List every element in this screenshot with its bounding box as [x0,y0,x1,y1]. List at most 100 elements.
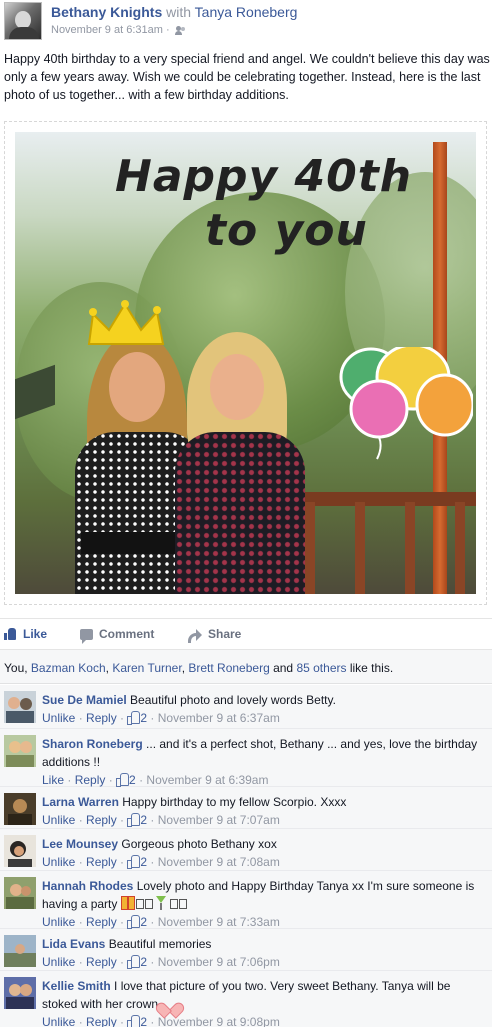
commenter-name-link[interactable]: Lida Evans [42,937,105,951]
photo-deck [285,492,476,594]
author-name-link[interactable]: Bethany Knights [51,4,162,20]
commenter-avatar[interactable] [4,793,36,825]
likes-summary: You, Bazman Koch, Karen Turner, Brett Ro… [0,650,492,684]
comment-text: Beautiful memories [108,937,212,951]
reply-link[interactable]: Reply [86,1015,117,1027]
comment-item: Sue De Mamiel Beautiful photo and lovely… [0,685,492,729]
unlike-comment-link[interactable]: Unlike [42,813,75,827]
likes-prefix: You, [4,661,31,675]
comment-timestamp[interactable]: November 9 at 7:08am [158,855,280,869]
like-comment-link[interactable]: Like [42,773,64,787]
comment-timestamp[interactable]: November 9 at 7:07am [158,813,280,827]
liker-link[interactable]: Bazman Koch [31,661,106,675]
liker-link[interactable]: Karen Turner [112,661,181,675]
woman-right-dress [175,432,305,594]
comment-timestamp[interactable]: November 9 at 7:33am [158,915,280,929]
author-avatar[interactable] [4,2,42,40]
comment-item: Kellie Smith I love that picture of you … [0,971,492,1027]
post-photo[interactable]: Happy 40th to you [15,132,476,594]
reply-link[interactable]: Reply [86,855,117,869]
comment-button[interactable]: Comment [80,627,155,644]
greeting-line-2: to you [205,205,368,256]
gift-emoji-icon [120,896,135,910]
missing-glyph-icon [144,899,153,909]
missing-glyph-icon [135,899,144,909]
comment-item: Lee Mounsey Gorgeous photo Bethany xox U… [0,829,492,871]
comment-like-count[interactable]: 2 [140,711,147,725]
comments-list: Sue De Mamiel Beautiful photo and lovely… [0,685,492,1027]
comment-like-count-icon [116,773,130,787]
thumbs-up-icon [4,628,17,640]
commenter-avatar[interactable] [4,877,36,909]
comment-like-count-icon [127,813,141,827]
reply-link[interactable]: Reply [86,711,117,725]
woman-right-face [210,354,264,420]
commenter-avatar[interactable] [4,835,36,867]
post-body-text: Happy 40th birthday to a very special fr… [4,52,490,102]
comment-like-count[interactable]: 2 [140,813,147,827]
missing-glyph-icon [170,899,179,909]
commenter-avatar[interactable] [4,977,36,1009]
comment-like-count[interactable]: 2 [129,773,136,787]
share-button-label: Share [208,627,242,641]
commenter-avatar[interactable] [4,691,36,723]
comment-like-count[interactable]: 2 [140,915,147,929]
comment-like-count-icon [127,1015,141,1027]
commenter-avatar[interactable] [4,935,36,967]
commenter-name-link[interactable]: Larna Warren [42,795,119,809]
tagged-person-link[interactable]: Tanya Roneberg [195,4,298,20]
author-line: Bethany Knights with Tanya Roneberg [51,4,297,20]
commenter-name-link[interactable]: Kellie Smith [42,979,111,993]
crown-sticker-icon [87,300,165,345]
commenter-name-link[interactable]: Sharon Roneberg [42,737,143,751]
balloons-sticker-icon [339,347,473,460]
likes-others-link[interactable]: 85 others [296,661,346,675]
comment-timestamp[interactable]: November 9 at 6:39am [146,773,268,787]
comment-like-count[interactable]: 2 [140,955,147,969]
comment-item: Hannah Rhodes Lovely photo and Happy Bir… [0,871,492,929]
comment-timestamp[interactable]: November 9 at 6:37am [158,711,280,725]
comment-text: Beautiful photo and lovely words Betty. [130,693,336,707]
comment-text: Gorgeous photo Bethany xox [121,837,277,851]
unlike-comment-link[interactable]: Unlike [42,855,75,869]
comment-like-count-icon [127,955,141,969]
friends-audience-icon[interactable] [174,25,186,35]
comment-timestamp[interactable]: November 9 at 7:06pm [158,955,280,969]
likes-suffix: like this. [346,661,394,675]
comment-like-count[interactable]: 2 [140,1015,147,1027]
post-timestamp[interactable]: November 9 at 6:31am [51,24,163,36]
commenter-name-link[interactable]: Hannah Rhodes [42,879,133,893]
unlike-comment-link[interactable]: Unlike [42,1015,75,1027]
comment-like-count[interactable]: 2 [140,855,147,869]
reply-link[interactable]: Reply [86,915,117,929]
like-button[interactable]: Like [4,627,47,641]
commenter-name-link[interactable]: Lee Mounsey [42,837,118,851]
greeting-line-1: Happy 40th [115,151,413,202]
reply-link[interactable]: Reply [86,955,117,969]
comment-bubble-icon [80,628,93,644]
post-header: Bethany Knights with Tanya Roneberg Nove… [0,0,492,42]
reply-link[interactable]: Reply [86,813,117,827]
unlike-comment-link[interactable]: Unlike [42,711,75,725]
with-text: with [166,4,192,20]
comment-text: Happy birthday to my fellow Scorpio. Xxx… [122,795,347,809]
post-photo-frame[interactable]: Happy 40th to you [4,121,487,605]
post-action-bar: Like Comment Share [0,618,492,650]
missing-glyph-icon [179,899,188,909]
liker-link[interactable]: Brett Roneberg [188,661,269,675]
meta-separator: · [165,24,170,36]
commenter-avatar[interactable] [4,735,36,767]
comment-like-count-icon [127,915,141,929]
unlike-comment-link[interactable]: Unlike [42,955,75,969]
share-button[interactable]: Share [188,627,242,643]
comment-item: Lida Evans Beautiful memories Unlike · R… [0,929,492,971]
like-button-label: Like [23,627,48,641]
share-arrow-icon [188,628,202,643]
commenter-name-link[interactable]: Sue De Mamiel [42,693,127,707]
heart-emoji-icon [161,996,177,1010]
unlike-comment-link[interactable]: Unlike [42,915,75,929]
comment-button-label: Comment [99,627,155,641]
cocktail-emoji-icon [156,896,167,910]
reply-link[interactable]: Reply [75,773,106,787]
comment-like-count-icon [127,711,141,725]
